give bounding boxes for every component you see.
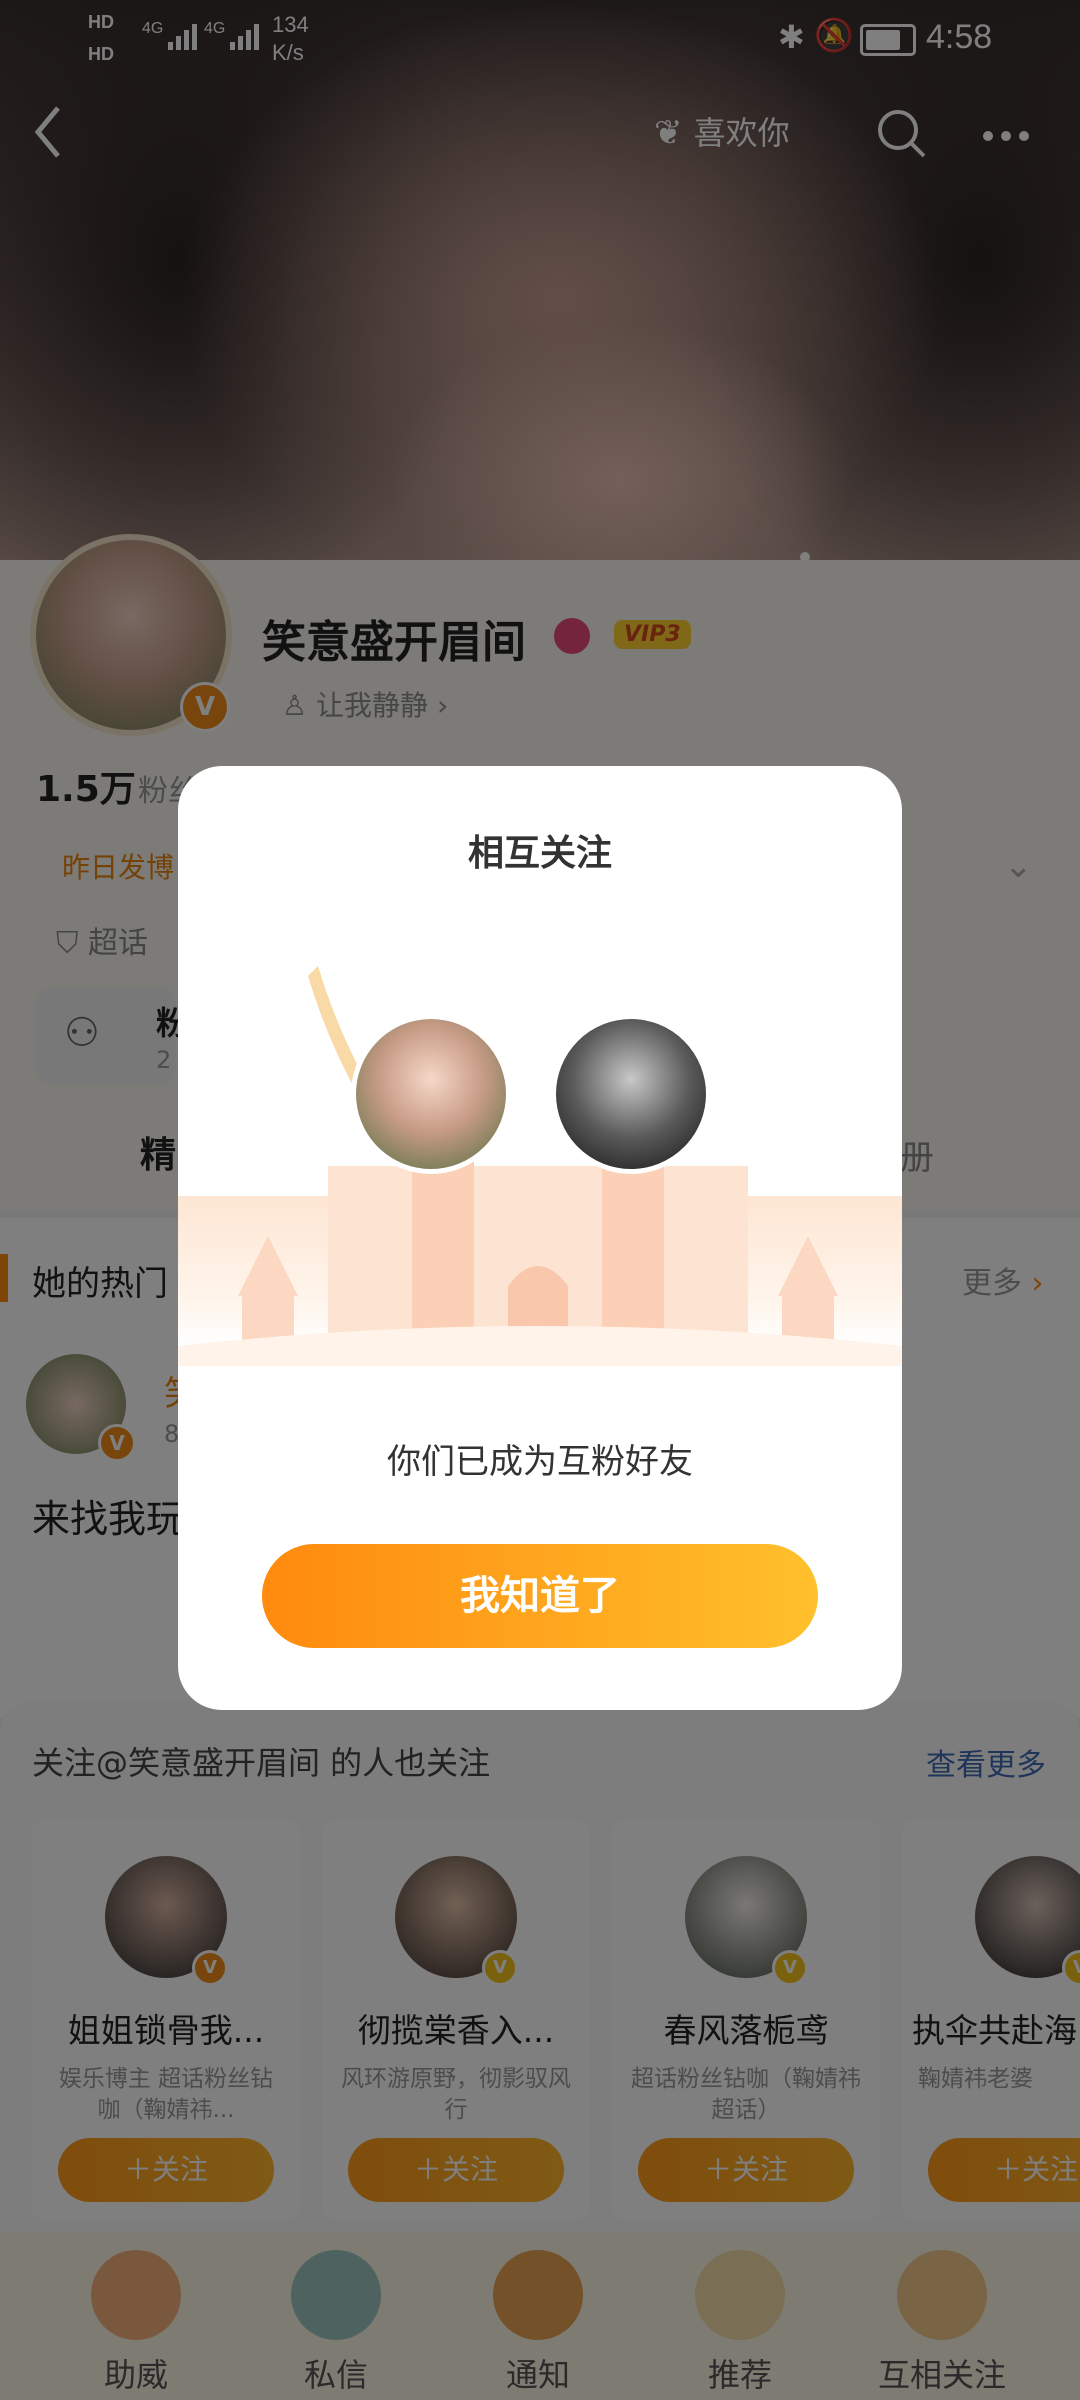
friend-avatar xyxy=(551,1014,711,1174)
dialog-title: 相互关注 xyxy=(467,833,612,874)
my-avatar xyxy=(351,1014,511,1174)
mutual-follow-dialog: 相互关注 你们已成为互粉好友 我知道了 xyxy=(178,766,902,1710)
dialog-message: 你们已成为互粉好友 xyxy=(387,1442,693,1482)
got-it-button[interactable]: 我知道了 xyxy=(262,1544,818,1648)
castle-illustration-icon xyxy=(178,966,902,1366)
